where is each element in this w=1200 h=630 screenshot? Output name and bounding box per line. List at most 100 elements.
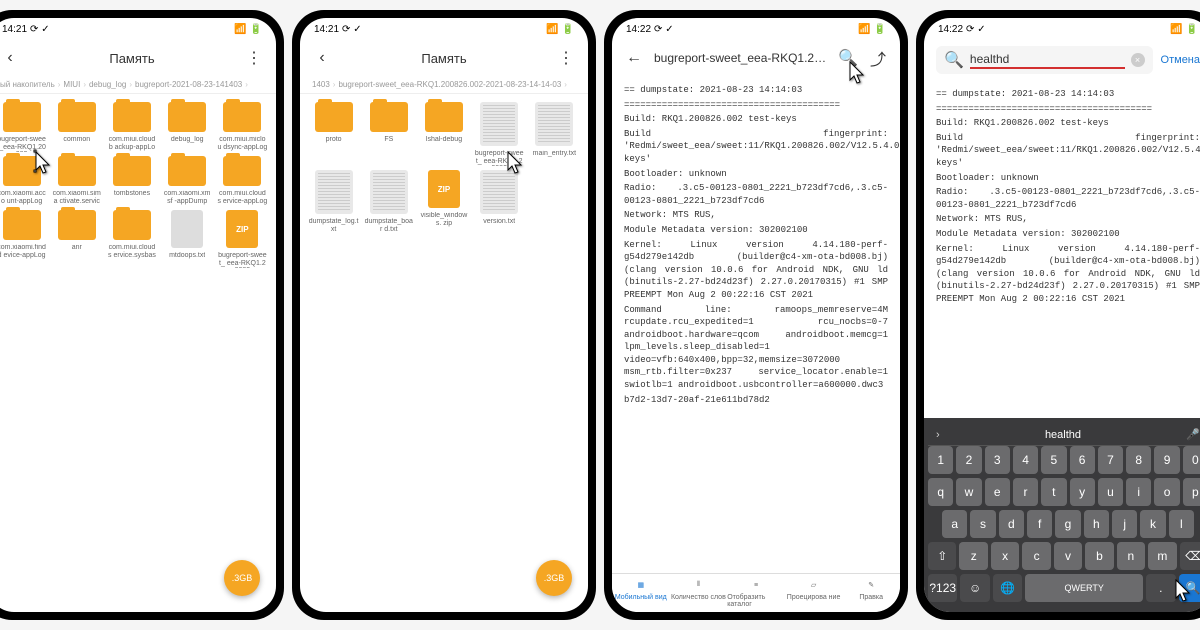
key-sym[interactable]: ?123 (928, 574, 957, 602)
file-item[interactable]: dumpstate_log.t xt (308, 170, 359, 234)
clear-icon[interactable]: × (1131, 53, 1145, 67)
key[interactable]: 9 (1154, 446, 1179, 474)
breadcrumb[interactable]: 1403›bugreport-sweet_eea-RKQ1.200826.002… (300, 76, 588, 94)
key[interactable]: i (1126, 478, 1151, 506)
file-item[interactable]: com.xiaomi.acco unt-appLog (0, 156, 47, 206)
key-backspace[interactable]: ⌫ (1180, 542, 1200, 570)
search-field[interactable]: 🔍 healthd × (936, 46, 1153, 74)
back-icon[interactable]: ← (624, 48, 644, 68)
key[interactable]: y (1070, 478, 1095, 506)
search-icon[interactable]: 🔍 (838, 48, 858, 68)
key[interactable]: u (1098, 478, 1123, 506)
file-item[interactable]: dumpstate_boar d.txt (363, 170, 414, 234)
file-item[interactable]: main_entry.txt (529, 102, 580, 166)
back-icon[interactable]: ‹ (312, 48, 332, 68)
key-emoji[interactable]: ☺ (960, 574, 989, 602)
key[interactable]: o (1154, 478, 1179, 506)
file-item[interactable]: ZIPbugreport-sweet_ eea-RKQ1.20082 (217, 210, 268, 268)
bottom-tabs: ▦Мобильный вид⫴Количество слов≡Отобразит… (612, 573, 900, 612)
file-item[interactable]: bugreport-sweet_ eea-RKQ1.20082 (474, 102, 525, 166)
mic-icon[interactable]: 🎤 (1186, 428, 1200, 441)
key-shift[interactable]: ⇧ (928, 542, 956, 570)
fab-storage[interactable]: .3GB (224, 560, 260, 596)
key[interactable]: w (956, 478, 981, 506)
key[interactable]: 7 (1098, 446, 1123, 474)
file-item[interactable]: ZIPvisible_windows. zip (418, 170, 469, 234)
file-item[interactable]: version.txt (474, 170, 525, 234)
file-grid: bugreport-swee t_eea-RKQ1.20082commoncom… (0, 94, 276, 276)
share-icon[interactable]: ⤴ (868, 48, 888, 68)
key[interactable]: t (1041, 478, 1066, 506)
key-space[interactable]: QWERTY (1025, 574, 1143, 602)
text-viewer[interactable]: == dumpstate: 2021-08-23 14:14:03=======… (924, 80, 1200, 418)
file-item[interactable]: bugreport-swee t_eea-RKQ1.20082 (0, 102, 47, 152)
file-item[interactable]: mtdoops.txt (162, 210, 213, 268)
key[interactable]: 0 (1183, 446, 1200, 474)
key[interactable]: c (1022, 542, 1050, 570)
key[interactable]: x (991, 542, 1019, 570)
key[interactable]: m (1148, 542, 1176, 570)
key[interactable]: n (1117, 542, 1145, 570)
key[interactable]: 3 (985, 446, 1010, 474)
key[interactable]: v (1054, 542, 1082, 570)
search-input[interactable]: healthd (970, 52, 1125, 69)
cancel-button[interactable]: Отмена (1161, 54, 1200, 66)
key[interactable]: f (1027, 510, 1052, 538)
key[interactable]: 1 (928, 446, 953, 474)
key[interactable]: h (1084, 510, 1109, 538)
key[interactable]: s (970, 510, 995, 538)
suggestion[interactable]: healthd (950, 429, 1177, 441)
key[interactable]: 5 (1041, 446, 1066, 474)
app-bar: ‹ Память ⋮ (300, 40, 588, 76)
file-item[interactable]: com.miui.clouds ervice.sysbase-a (106, 210, 157, 268)
key[interactable]: k (1140, 510, 1165, 538)
key[interactable]: b (1085, 542, 1113, 570)
key[interactable]: j (1112, 510, 1137, 538)
key[interactable]: g (1055, 510, 1080, 538)
key[interactable]: 2 (956, 446, 981, 474)
file-item[interactable]: lshal-debug (418, 102, 469, 166)
more-icon[interactable]: ⋮ (556, 48, 576, 68)
key[interactable]: 4 (1013, 446, 1038, 474)
file-grid: protoFSlshal-debugbugreport-sweet_ eea-R… (300, 94, 588, 242)
search-icon: 🔍 (944, 50, 964, 70)
tab[interactable]: ≡Отобразить каталог (727, 578, 785, 608)
phone-1: 14:21⟳ ✓ 📶 🔋 ‹ Память ⋮ ый накопитель›MI… (0, 10, 284, 620)
key[interactable]: a (942, 510, 967, 538)
key[interactable]: z (959, 542, 987, 570)
key[interactable]: p (1183, 478, 1200, 506)
file-item[interactable]: debug_log (162, 102, 213, 152)
file-item[interactable]: com.miui.clouds ervice-appLog (217, 156, 268, 206)
tab[interactable]: ⫴Количество слов (670, 578, 728, 608)
key[interactable]: 8 (1126, 446, 1151, 474)
text-viewer[interactable]: == dumpstate: 2021-08-23 14:14:03=======… (612, 76, 900, 573)
key[interactable]: r (1013, 478, 1038, 506)
file-item[interactable]: anr (51, 210, 102, 268)
file-item[interactable]: com.miui.miclou dsync-appLog (217, 102, 268, 152)
key-search[interactable]: 🔍 (1179, 574, 1200, 602)
key[interactable]: q (928, 478, 953, 506)
tab[interactable]: ▱Проецирова ние (785, 578, 843, 608)
more-icon[interactable]: ⋮ (244, 48, 264, 68)
key-lang[interactable]: 🌐 (993, 574, 1022, 602)
tab[interactable]: ▦Мобильный вид (612, 578, 670, 608)
file-item[interactable]: tombstones (106, 156, 157, 206)
file-item[interactable]: common (51, 102, 102, 152)
key[interactable]: d (999, 510, 1024, 538)
key[interactable]: l (1169, 510, 1194, 538)
file-item[interactable]: com.xiaomi.xmsf -appDump (162, 156, 213, 206)
file-item[interactable]: com.miui.cloudb ackup-appLog (106, 102, 157, 152)
key[interactable]: 6 (1070, 446, 1095, 474)
tab[interactable]: ✎Правка (842, 578, 900, 608)
breadcrumb[interactable]: ый накопитель›MIUI›debug_log›bugreport-2… (0, 76, 276, 94)
back-icon[interactable]: ‹ (0, 48, 20, 68)
expand-icon[interactable]: › (936, 429, 940, 441)
page-title: bugreport-sweet_eea-RKQ1.200... (654, 51, 828, 65)
file-item[interactable]: FS (363, 102, 414, 166)
file-item[interactable]: com.xiaomi.sima ctivate.service-a (51, 156, 102, 206)
fab-storage[interactable]: .3GB (536, 560, 572, 596)
key-period[interactable]: . (1146, 574, 1175, 602)
file-item[interactable]: com.xiaomi.findd evice-appLog (0, 210, 47, 268)
key[interactable]: e (985, 478, 1010, 506)
file-item[interactable]: proto (308, 102, 359, 166)
